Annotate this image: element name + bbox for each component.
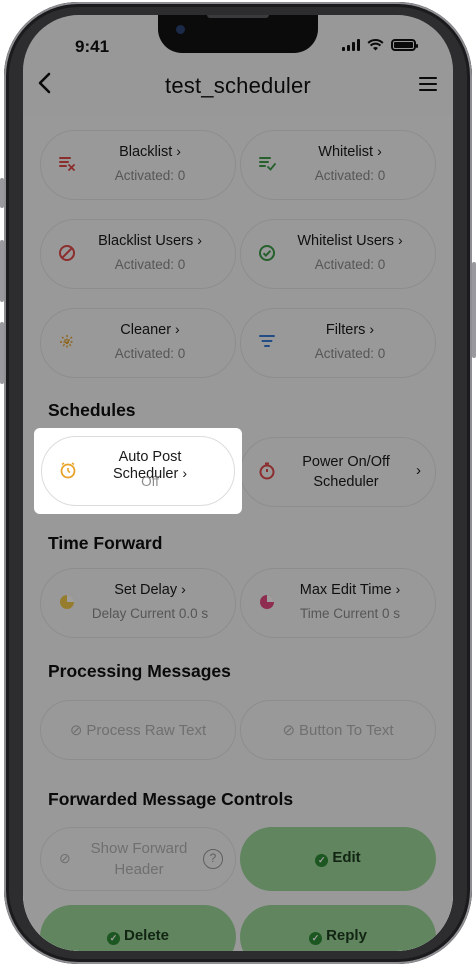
highlight-box: Auto Post Scheduler › Off (34, 428, 242, 514)
clock-icon (58, 461, 78, 481)
auto-post-status: Off (141, 474, 159, 489)
power-button (472, 262, 476, 358)
notch (158, 15, 318, 53)
auto-post-scheduler-card[interactable]: Auto Post Scheduler › Off (41, 436, 235, 506)
front-camera (176, 25, 185, 34)
screen: 9:41 test_scheduler Blacklist › Activated… (23, 15, 453, 951)
